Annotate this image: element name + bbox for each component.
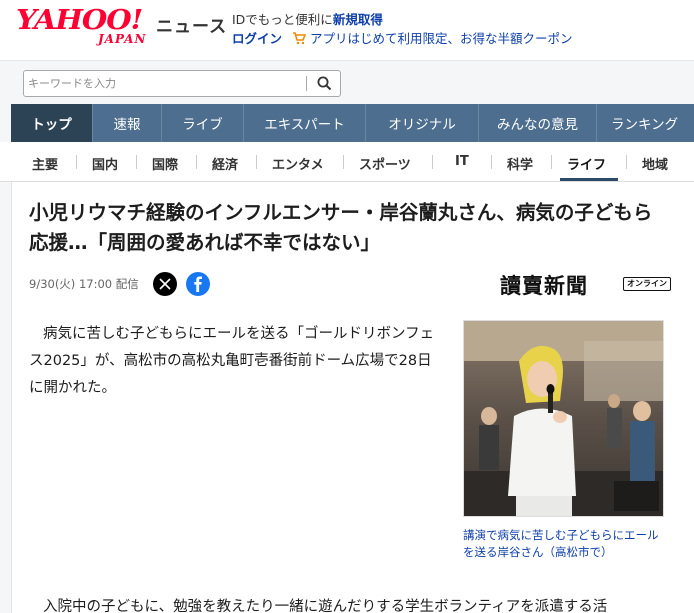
category-active-indicator: [560, 178, 618, 181]
category-separator: [491, 155, 492, 169]
main-nav-expert[interactable]: エキスパート: [244, 104, 366, 142]
main-nav-top[interactable]: トップ: [11, 104, 93, 142]
login-row: ログイン アプリはじめて利用限定、お得な半額クーポン: [232, 28, 573, 47]
register-link[interactable]: 新規取得: [333, 12, 383, 27]
category-science[interactable]: 科学: [507, 154, 533, 173]
search-divider: [306, 76, 307, 91]
article-delivered-label: 配信: [115, 277, 139, 291]
search-box: [23, 70, 341, 97]
article-paragraph: 病気に苦しむ子どもらにエールを送る「ゴールドリボンフェス2025」が、高松市の高…: [29, 326, 435, 396]
category-separator: [256, 155, 257, 169]
facebook-icon: [194, 276, 202, 292]
id-promo-text: IDでもっと便利に: [232, 12, 333, 27]
app-coupon-link[interactable]: アプリはじめて利用限定、お得な半額クーポン: [310, 28, 573, 47]
category-nav: 主要 国内 国際 経済 エンタメ スポーツ IT 科学 ライフ 地域: [0, 142, 694, 182]
id-promo: IDでもっと便利に新規取得: [232, 9, 383, 28]
x-icon: [159, 278, 171, 290]
article-headline: 小児リウマチ経験のインフルエンサー・岸谷蘭丸さん、病気の子どもら応援…「周囲の愛…: [29, 201, 653, 254]
category-international[interactable]: 国際: [152, 154, 178, 173]
category-economy[interactable]: 経済: [212, 154, 238, 173]
search-bar: [0, 60, 694, 104]
category-separator: [76, 155, 77, 169]
main-nav: トップ 速報 ライブ エキスパート オリジナル みんなの意見 ランキング: [11, 104, 694, 142]
section-name[interactable]: ニュース: [156, 12, 227, 37]
article-photo[interactable]: [463, 320, 664, 517]
share-x-button[interactable]: [153, 272, 177, 296]
site-header: YAHOO! JAPAN ニュース IDでもっと便利に新規取得 ログイン アプリ…: [0, 0, 694, 60]
article-meta: 9/30(火) 17:00 配信: [29, 276, 139, 292]
article-date: 9/30(火) 17:00: [29, 277, 113, 291]
category-entertainment[interactable]: エンタメ: [272, 154, 324, 173]
category-sports[interactable]: スポーツ: [359, 154, 411, 173]
yahoo-japan-logo[interactable]: YAHOO! JAPAN: [16, 6, 156, 47]
category-local[interactable]: 地域: [642, 154, 668, 173]
search-input[interactable]: [28, 74, 306, 93]
main-nav-opinion[interactable]: みんなの意見: [479, 104, 597, 142]
main-nav-live[interactable]: ライブ: [162, 104, 244, 142]
category-separator: [196, 155, 197, 169]
search-icon: [317, 76, 331, 91]
category-separator: [551, 155, 552, 169]
category-main[interactable]: 主要: [32, 154, 58, 173]
main-nav-breaking[interactable]: 速報: [93, 104, 162, 142]
cart-icon: [292, 31, 307, 45]
category-separator: [626, 155, 627, 169]
main-nav-original[interactable]: オリジナル: [366, 104, 479, 142]
category-domestic[interactable]: 国内: [92, 154, 118, 173]
logo-subtext: JAPAN: [98, 32, 147, 46]
share-facebook-button[interactable]: [186, 272, 210, 296]
category-separator: [343, 155, 344, 169]
login-link[interactable]: ログイン: [232, 28, 282, 47]
publisher-badge: オンライン: [623, 277, 671, 291]
category-separator: [136, 155, 137, 169]
search-button[interactable]: [312, 73, 336, 94]
category-separator: [432, 155, 433, 169]
category-life[interactable]: ライフ: [567, 154, 606, 173]
publisher-logo[interactable]: 讀賣新聞: [500, 270, 588, 300]
article-paragraph: 入院中の子どもに、勉強を教えたり一緒に遊んだりする学生ボランティアを派遣する活: [43, 599, 608, 613]
photo-caption[interactable]: 講演で病気に苦しむ子どもらにエールを送る岸谷さん（高松市で）: [463, 527, 668, 561]
category-it[interactable]: IT: [455, 154, 469, 169]
speaker-photo-image: [464, 321, 663, 516]
main-nav-ranking[interactable]: ランキング: [597, 104, 694, 142]
article: 小児リウマチ経験のインフルエンサー・岸谷蘭丸さん、病気の子どもら応援…「周囲の愛…: [11, 182, 694, 613]
